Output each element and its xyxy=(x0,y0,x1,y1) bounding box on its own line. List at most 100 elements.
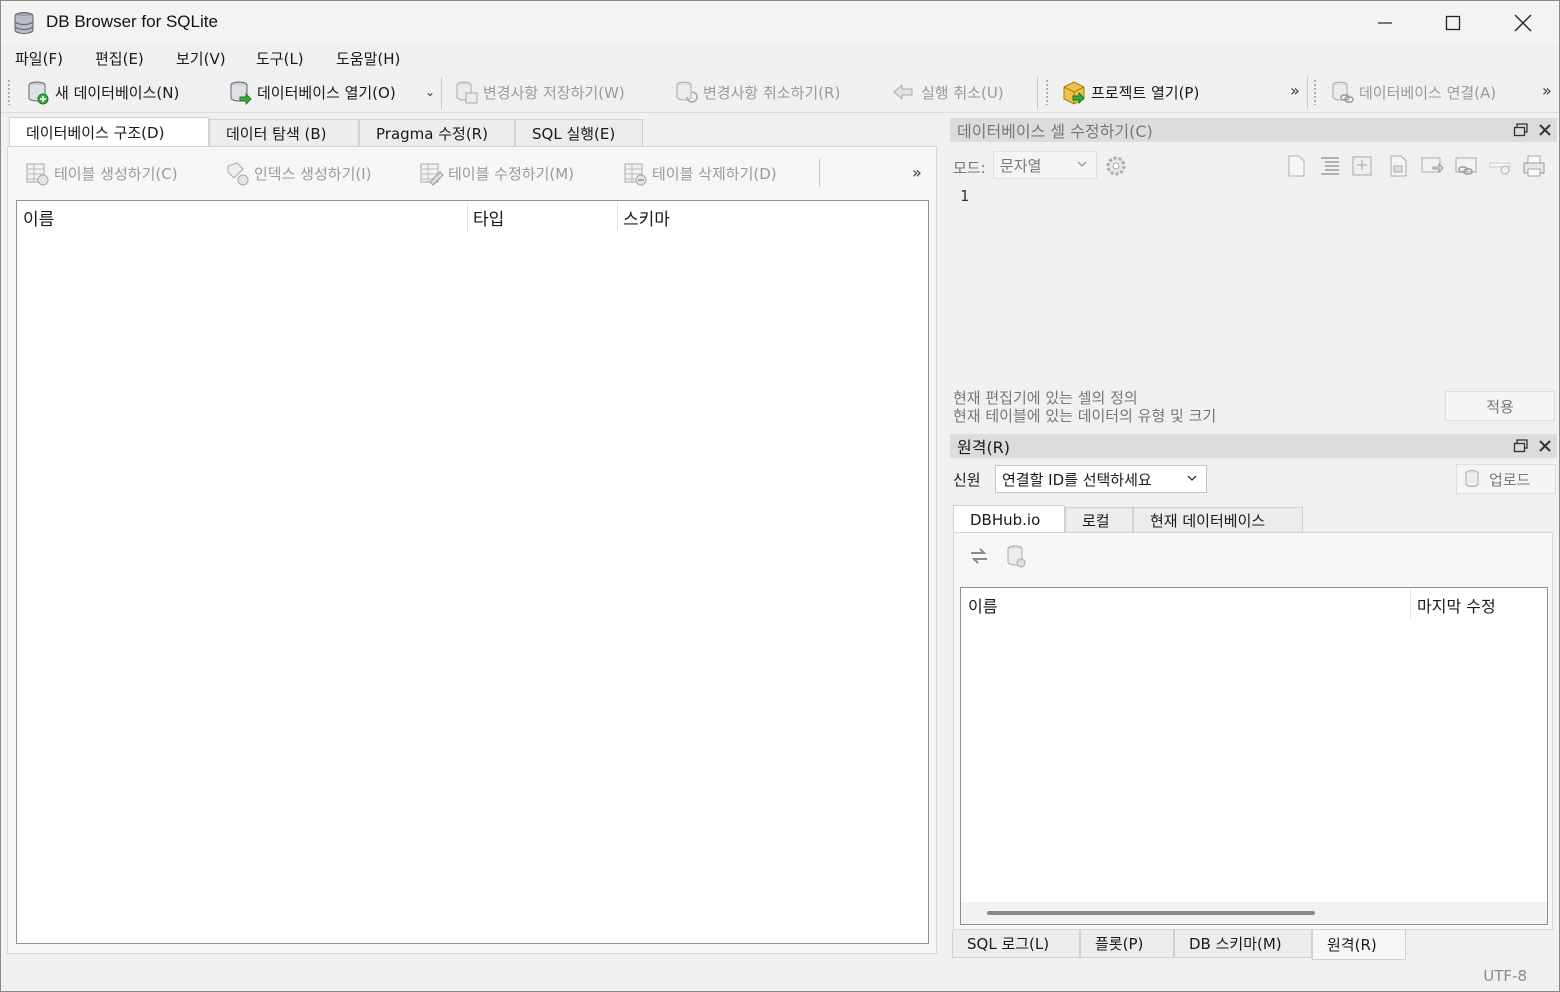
modify-table-icon xyxy=(420,163,444,186)
minimize-button[interactable] xyxy=(1351,1,1419,45)
project-icon xyxy=(1063,81,1085,105)
delete-table-button[interactable]: 테이블 삭제하기(D) xyxy=(622,160,777,186)
toolbar-separator xyxy=(1307,77,1308,109)
new-database-icon xyxy=(28,81,49,105)
identity-select[interactable]: 연결할 ID를 선택하세요 xyxy=(995,465,1207,493)
tab-local[interactable]: 로컬 xyxy=(1065,507,1133,533)
open-database-dropdown-icon[interactable]: ⌄ xyxy=(425,85,435,99)
scrollbar-thumb[interactable] xyxy=(987,911,1315,915)
revert-changes-button[interactable]: 변경사항 취소하기(R) xyxy=(673,79,840,105)
menu-help[interactable]: 도움말(H) xyxy=(336,48,400,69)
create-table-label: 테이블 생성하기(C) xyxy=(54,164,178,183)
open-project-button[interactable]: 프로젝트 열기(P) xyxy=(1061,79,1199,105)
tab-remote[interactable]: 원격(R) xyxy=(1312,930,1406,960)
remote-panel: 이름 마지막 수정 xyxy=(953,532,1553,930)
maximize-icon xyxy=(1445,15,1461,31)
create-index-icon xyxy=(227,162,249,186)
toolbar-more-icon[interactable]: » xyxy=(1542,81,1552,100)
open-project-label: 프로젝트 열기(P) xyxy=(1091,83,1200,102)
clone-database-icon[interactable] xyxy=(1004,543,1030,569)
column-divider[interactable] xyxy=(1410,590,1411,618)
schema-tree[interactable]: 이름 타입 스키마 xyxy=(16,200,929,944)
print-icon[interactable] xyxy=(1521,153,1547,179)
toolbar-grip[interactable] xyxy=(7,79,11,105)
undo-button[interactable]: 실행 취소(U) xyxy=(891,79,1004,105)
create-table-button[interactable]: 테이블 생성하기(C) xyxy=(24,160,178,186)
open-database-button[interactable]: 데이터베이스 열기(O) xyxy=(227,79,396,105)
menu-edit[interactable]: 편집(E) xyxy=(95,48,144,69)
new-database-label: 새 데이터베이스(N) xyxy=(55,83,180,102)
attach-database-button[interactable]: 데이터베이스 연결(A) xyxy=(1329,79,1496,105)
column-header-last-modified[interactable]: 마지막 수정 xyxy=(1417,593,1496,617)
tab-execute-sql[interactable]: SQL 실행(E) xyxy=(515,119,643,147)
upload-database-icon xyxy=(1465,470,1479,487)
status-bar: UTF-8 xyxy=(1,961,1559,991)
toolbar-grip[interactable] xyxy=(1045,79,1049,105)
link-icon[interactable] xyxy=(1453,153,1479,179)
column-header-name[interactable]: 이름 xyxy=(968,593,997,617)
export-icon[interactable] xyxy=(1385,153,1411,179)
database-structure-panel: 테이블 생성하기(C) 인덱스 생성하기(I) 테이블 수정하기(M) 테이블 … xyxy=(7,146,937,954)
menu-bar: 파일(F) 편집(E) 보기(V) 도구(L) 도움말(H) xyxy=(1,45,1559,71)
set-null-icon[interactable] xyxy=(1419,153,1445,179)
tab-browse-data[interactable]: 데이터 탐색 (B) xyxy=(209,119,359,147)
remote-list[interactable]: 이름 마지막 수정 xyxy=(960,587,1548,925)
main-toolbar: 새 데이터베이스(N) 데이터베이스 열기(O) ⌄ 변경사항 저장하기(W) xyxy=(1,71,1559,113)
delete-table-label: 테이블 삭제하기(D) xyxy=(652,164,777,183)
refresh-icon[interactable] xyxy=(966,543,992,569)
column-header-schema[interactable]: 스키마 xyxy=(623,205,670,230)
menu-view[interactable]: 보기(V) xyxy=(176,48,226,69)
mode-select[interactable]: 문자열 xyxy=(993,151,1097,179)
chevron-down-icon xyxy=(1187,475,1197,481)
gear-icon[interactable] xyxy=(1103,153,1129,179)
tab-plot[interactable]: 플롯(P) xyxy=(1080,930,1174,958)
line-number: 1 xyxy=(960,187,970,205)
tab-current-database[interactable]: 현재 데이터베이스 xyxy=(1133,507,1303,533)
tab-db-schema[interactable]: DB 스키마(M) xyxy=(1174,930,1312,958)
menu-tools[interactable]: 도구(L) xyxy=(256,48,304,69)
clear-icon[interactable] xyxy=(1487,153,1513,179)
mode-label: 모드: xyxy=(953,159,986,177)
apply-button[interactable]: 적용 xyxy=(1445,391,1555,421)
schema-tree-header: 이름 타입 스키마 xyxy=(17,201,928,233)
toolbar-more-icon[interactable]: » xyxy=(1290,81,1300,100)
column-divider[interactable] xyxy=(467,203,468,231)
tab-edit-pragmas[interactable]: Pragma 수정(R) xyxy=(359,119,515,147)
cell-info-line2: 현재 테이블에 있는 데이터의 유형 및 크기 xyxy=(953,407,1217,425)
column-divider[interactable] xyxy=(617,203,618,231)
toolbar-separator xyxy=(1037,77,1038,109)
tab-sql-log[interactable]: SQL 로그(L) xyxy=(952,930,1080,958)
float-icon[interactable] xyxy=(1513,122,1529,138)
open-database-icon xyxy=(230,81,252,105)
close-icon[interactable] xyxy=(1537,438,1553,454)
close-button[interactable] xyxy=(1489,1,1557,45)
structure-toolbar-more-icon[interactable]: » xyxy=(912,163,922,182)
import-icon[interactable] xyxy=(1349,153,1375,179)
toolbar-separator xyxy=(441,77,442,109)
word-wrap-icon[interactable] xyxy=(1317,153,1343,179)
modify-table-button[interactable]: 테이블 수정하기(M) xyxy=(418,160,574,186)
undo-icon xyxy=(893,83,913,101)
close-icon[interactable] xyxy=(1537,122,1553,138)
create-index-button[interactable]: 인덱스 생성하기(I) xyxy=(224,160,372,186)
maximize-button[interactable] xyxy=(1419,1,1487,45)
column-header-name[interactable]: 이름 xyxy=(23,205,54,230)
undo-label: 실행 취소(U) xyxy=(921,83,1004,102)
new-database-button[interactable]: 새 데이터베이스(N) xyxy=(25,79,179,105)
structure-toolbar: 테이블 생성하기(C) 인덱스 생성하기(I) 테이블 수정하기(M) 테이블 … xyxy=(8,147,936,197)
cell-editor[interactable] xyxy=(953,185,1553,391)
write-changes-button[interactable]: 변경사항 저장하기(W) xyxy=(453,79,625,105)
document-icon[interactable] xyxy=(1283,153,1309,179)
mode-value: 문자열 xyxy=(1000,156,1042,175)
menu-file[interactable]: 파일(F) xyxy=(15,48,63,69)
upload-button[interactable]: 업로드 xyxy=(1456,464,1556,494)
float-icon[interactable] xyxy=(1513,438,1529,454)
column-header-type[interactable]: 타입 xyxy=(473,205,504,230)
toolbar-grip[interactable] xyxy=(1313,79,1317,105)
title-bar: DB Browser for SQLite xyxy=(1,1,1559,45)
modify-table-label: 테이블 수정하기(M) xyxy=(448,164,575,183)
remote-dock-title: 원격(R) xyxy=(950,434,1557,458)
tab-dbhub[interactable]: DBHub.io xyxy=(953,505,1065,533)
horizontal-scrollbar[interactable] xyxy=(961,902,1547,924)
tab-database-structure[interactable]: 데이터베이스 구조(D) xyxy=(9,117,209,147)
